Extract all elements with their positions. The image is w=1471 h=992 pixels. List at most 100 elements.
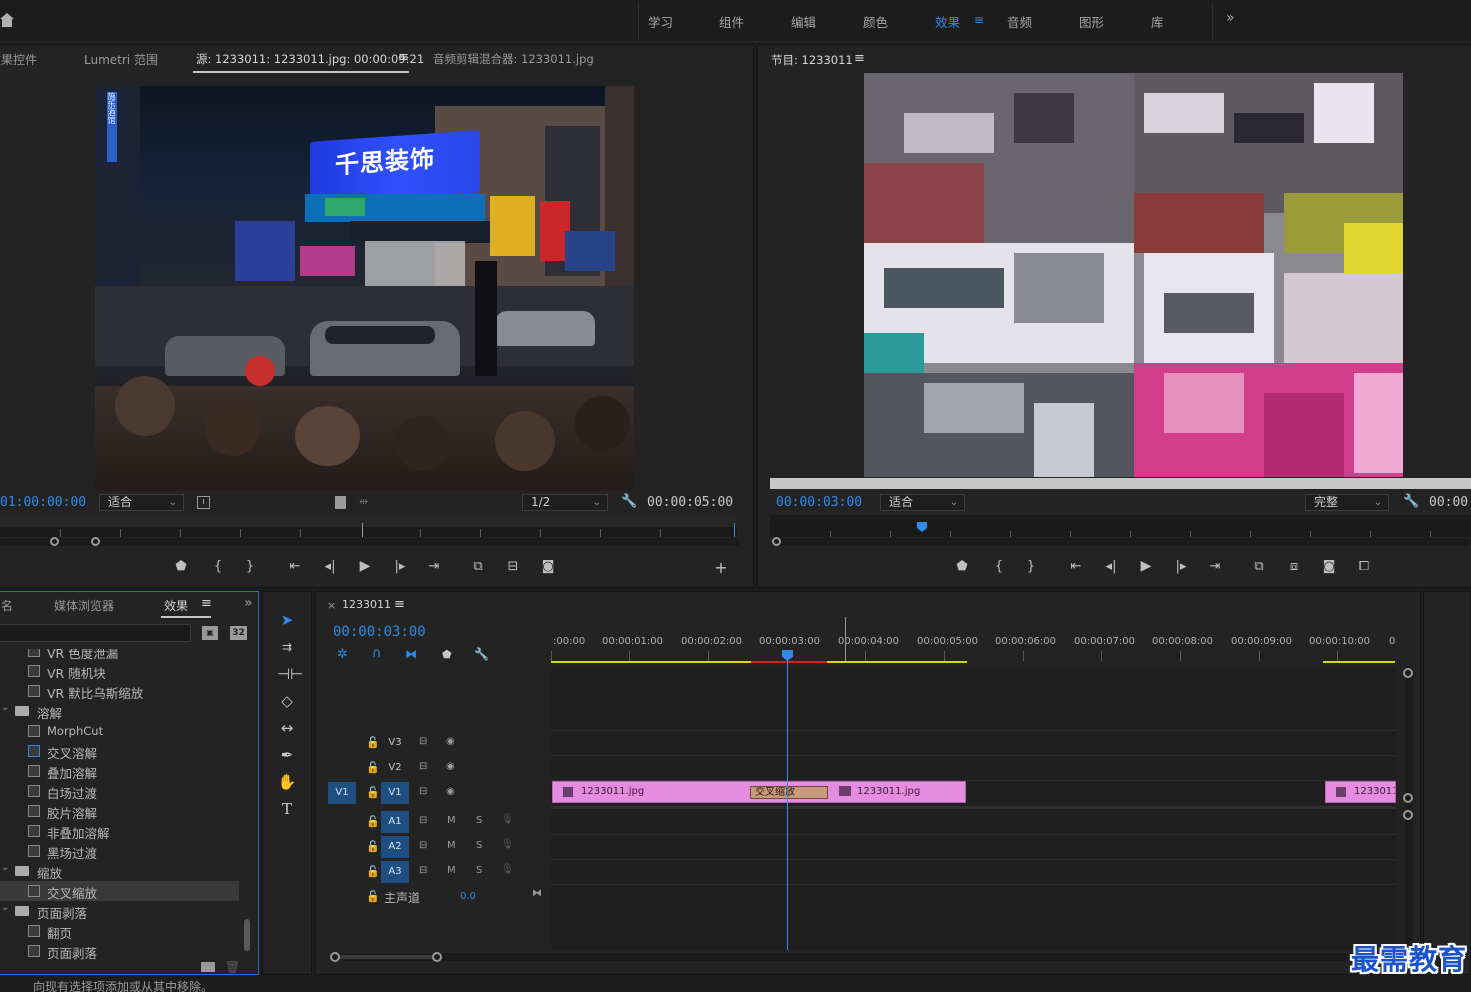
tab-media-browser[interactable]: 媒体浏览器 <box>54 597 114 614</box>
new-bin-icon[interactable] <box>201 962 215 972</box>
chevron-down-icon[interactable]: ⌄ <box>1 702 9 713</box>
tab-source[interactable]: 源: 1233011: 1233011.jpg: 00:00:09:21 <box>196 51 424 67</box>
go-to-out-icon[interactable]: ⇥ <box>1206 559 1224 574</box>
add-marker-icon[interactable]: ⬟ <box>953 559 971 574</box>
mute-button[interactable]: M <box>447 815 456 826</box>
export-frame-icon[interactable]: ◙ <box>1320 559 1338 574</box>
folder-item[interactable]: ⌄ 溶解 <box>0 701 239 721</box>
chevron-down-icon[interactable]: ⌄ <box>1 862 9 873</box>
razor-icon[interactable]: ◇ <box>277 691 297 711</box>
wrench-icon[interactable]: 🔧 <box>621 494 637 509</box>
mute-button[interactable]: M <box>447 840 456 851</box>
tab-effects[interactable]: 效果 <box>164 597 188 614</box>
comparison-view-icon[interactable]: ⧠ <box>1355 559 1373 574</box>
accelerated-effects-icon[interactable]: ▣ <box>202 626 218 640</box>
lift-icon[interactable]: ⧉ <box>1250 559 1268 574</box>
effects-search-input[interactable] <box>0 624 191 642</box>
step-back-icon[interactable]: ◂| <box>1102 559 1120 574</box>
program-panel-menu-icon[interactable]: ≡ <box>854 51 865 66</box>
home-icon[interactable] <box>0 12 14 28</box>
linked-selection-icon[interactable]: ⧓ <box>405 647 417 661</box>
folder-item[interactable]: ⌄ 缩放 <box>0 861 239 881</box>
lock-icon[interactable]: 🔓 <box>366 786 380 799</box>
sync-lock-icon[interactable]: ⊟ <box>419 786 427 797</box>
add-marker-icon[interactable]: ⬟ <box>172 559 190 574</box>
voiceover-mic-icon[interactable]: 🎙 <box>501 839 514 850</box>
insert-icon[interactable]: ⧉ <box>469 559 487 574</box>
list-scrollbar[interactable] <box>244 919 250 951</box>
go-to-end-icon[interactable]: ⧓ <box>532 888 542 899</box>
snap-icon[interactable]: ∩ <box>372 646 382 661</box>
solo-button[interactable]: S <box>476 815 482 826</box>
zoom-handle-left[interactable] <box>772 537 781 546</box>
voiceover-mic-icon[interactable]: 🎙 <box>501 814 514 825</box>
timeline-zoom-scrollbar[interactable] <box>330 952 1410 962</box>
list-item[interactable]: MorphCut <box>0 721 239 741</box>
go-to-out-icon[interactable]: ⇥ <box>425 559 443 574</box>
sync-lock-icon[interactable]: ⊟ <box>419 736 427 747</box>
list-item[interactable]: 翻页 <box>0 921 239 941</box>
lock-icon[interactable]: 🔓 <box>366 890 380 903</box>
list-item[interactable]: VR 默比乌斯缩放 <box>0 681 239 701</box>
mark-out-icon[interactable]: } <box>241 559 259 574</box>
type-tool-icon[interactable]: T <box>277 799 297 819</box>
source-timecode[interactable]: 01:00:00:00 <box>0 495 86 510</box>
source-fit-dropdown[interactable]: 适合 ⌄ <box>99 494 184 511</box>
program-zoom-scrollbar[interactable] <box>772 537 1471 546</box>
timeline-ruler[interactable]: :00:00 00:00:01:00 00:00:02:00 00:00:03:… <box>551 617 1396 666</box>
list-item[interactable]: VR 色度泄漏 <box>0 649 239 661</box>
add-marker-icon[interactable]: ⬟ <box>442 648 452 661</box>
eye-icon[interactable]: ◉ <box>446 736 455 747</box>
overwrite-icon[interactable]: ⊟ <box>504 559 522 574</box>
workspace-tab-learn[interactable]: 学习 <box>648 12 673 31</box>
source-panel-menu-icon[interactable]: ≡ <box>398 50 409 65</box>
track-area[interactable] <box>551 668 1396 950</box>
tab-audio-clip-mixer[interactable]: 音频剪辑混合器: 1233011.jpg <box>433 51 594 67</box>
go-to-in-icon[interactable]: ⇤ <box>286 559 304 574</box>
source-time-ruler[interactable] <box>0 515 737 537</box>
tab-project-partial[interactable]: 名 <box>1 597 13 614</box>
list-item[interactable]: 叠加溶解 <box>0 761 239 781</box>
ripple-edit-icon[interactable]: ⊣⊢ <box>277 664 303 684</box>
sequence-tab[interactable]: 1233011 <box>342 598 391 611</box>
timeline-menu-icon[interactable]: ≡ <box>394 597 405 612</box>
step-forward-icon[interactable]: |▸ <box>391 559 409 574</box>
timeline-timecode[interactable]: 00:00:03:00 <box>333 624 426 640</box>
tab-lumetri-scopes[interactable]: Lumetri 范围 <box>84 51 158 68</box>
chevron-down-icon[interactable]: ⌄ <box>1 902 9 913</box>
list-item[interactable]: 胶片溶解 <box>0 801 239 821</box>
play-icon[interactable]: ▶ <box>1137 558 1155 574</box>
workspace-tab-audio[interactable]: 音频 <box>1007 12 1032 31</box>
selection-tool-icon[interactable]: ➤ <box>277 610 297 630</box>
sync-lock-icon[interactable]: ⊟ <box>419 865 427 876</box>
solo-button[interactable]: S <box>476 840 482 851</box>
insert-overwrite-icon[interactable]: ı <box>197 496 210 509</box>
workspace-tab-graphics[interactable]: 图形 <box>1079 12 1104 31</box>
program-playhead[interactable] <box>917 522 927 532</box>
workspace-tab-effects[interactable]: 效果 <box>935 12 960 31</box>
track-target-a2[interactable]: A2 <box>381 836 409 858</box>
sync-lock-icon[interactable]: ⊟ <box>419 815 427 826</box>
list-item[interactable]: 非叠加溶解 <box>0 821 239 841</box>
tab-effect-controls[interactable]: 效果控件 <box>0 51 45 68</box>
track-target-a3[interactable]: A3 <box>381 861 409 883</box>
transition-clip[interactable]: 交叉缩放 <box>750 786 828 799</box>
delete-icon[interactable]: 🗑 <box>225 960 240 974</box>
lock-icon[interactable]: 🔓 <box>366 736 380 749</box>
wrench-icon[interactable]: 🔧 <box>1403 494 1419 509</box>
workspace-tab-color[interactable]: 颜色 <box>863 12 888 31</box>
track-select-icon[interactable]: ⇉ <box>277 637 297 657</box>
track-target-v2[interactable]: V2 <box>381 757 409 779</box>
list-item[interactable]: VR 随机块 <box>0 661 239 681</box>
button-editor-icon[interactable]: + <box>712 558 730 577</box>
solo-button[interactable]: S <box>476 865 482 876</box>
list-item-selected[interactable]: 交叉缩放 <box>0 881 239 901</box>
voiceover-mic-icon[interactable]: 🎙 <box>501 864 514 875</box>
workspace-tab-libraries[interactable]: 库 <box>1151 12 1164 31</box>
lock-icon[interactable]: 🔓 <box>366 761 380 774</box>
zoom-handle-right[interactable] <box>432 952 442 962</box>
list-item[interactable]: 黑场过渡 <box>0 841 239 861</box>
program-timecode[interactable]: 00:00:03:00 <box>776 495 862 510</box>
wrench-icon[interactable]: 🔧 <box>474 647 489 661</box>
program-title[interactable]: 节目: 1233011 <box>771 52 853 68</box>
